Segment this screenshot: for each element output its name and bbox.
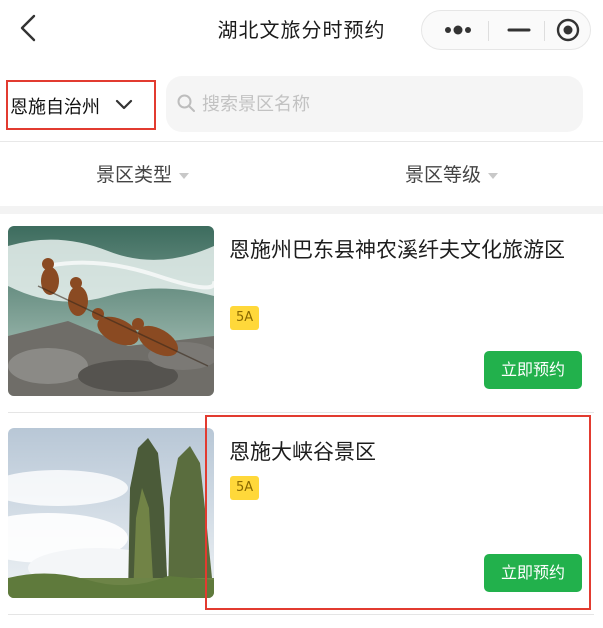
level-badge: 5A xyxy=(230,306,260,330)
scenic-level-dropdown[interactable]: 景区等级 xyxy=(405,160,499,187)
minimize-button[interactable] xyxy=(496,11,542,49)
scenic-thumbnail xyxy=(8,226,214,396)
capsule-divider xyxy=(544,21,545,41)
caret-down-icon xyxy=(179,172,190,179)
mini-program-capsule xyxy=(421,10,591,50)
canyon-peaks-photo xyxy=(8,428,214,598)
chevron-down-icon xyxy=(115,99,133,110)
more-button[interactable] xyxy=(436,11,486,49)
caret-down-icon xyxy=(488,172,499,179)
target-circle-icon xyxy=(556,18,580,42)
scenic-name: 恩施州巴东县神农溪纤夫文化旅游区 xyxy=(229,238,565,262)
section-gap xyxy=(0,206,603,214)
capsule-divider xyxy=(488,21,489,41)
scenic-level-label: 景区等级 xyxy=(405,164,482,186)
scenic-type-dropdown[interactable]: 景区类型 xyxy=(96,160,190,187)
minus-icon xyxy=(507,28,531,32)
annotation-highlight-box xyxy=(205,415,591,610)
scenic-thumbnail xyxy=(8,428,214,598)
more-dots-icon xyxy=(445,25,471,35)
nav-bar: 湖北文旅分时预约 xyxy=(0,0,603,58)
scenic-type-label: 景区类型 xyxy=(96,164,173,186)
book-now-button[interactable]: 立即预约 xyxy=(484,351,582,389)
card-separator xyxy=(8,412,594,413)
region-selected-value: 恩施自治州 xyxy=(10,97,100,118)
region-select[interactable]: 恩施自治州 xyxy=(6,80,156,130)
search-box[interactable] xyxy=(166,76,583,132)
close-button[interactable] xyxy=(548,11,588,49)
river-trackers-photo xyxy=(8,226,214,396)
search-input[interactable] xyxy=(202,90,562,118)
divider xyxy=(0,141,603,142)
scenic-card[interactable]: 恩施州巴东县神农溪纤夫文化旅游区 5A 立即预约 xyxy=(0,214,603,404)
card-separator xyxy=(8,614,594,615)
search-icon xyxy=(177,94,195,112)
